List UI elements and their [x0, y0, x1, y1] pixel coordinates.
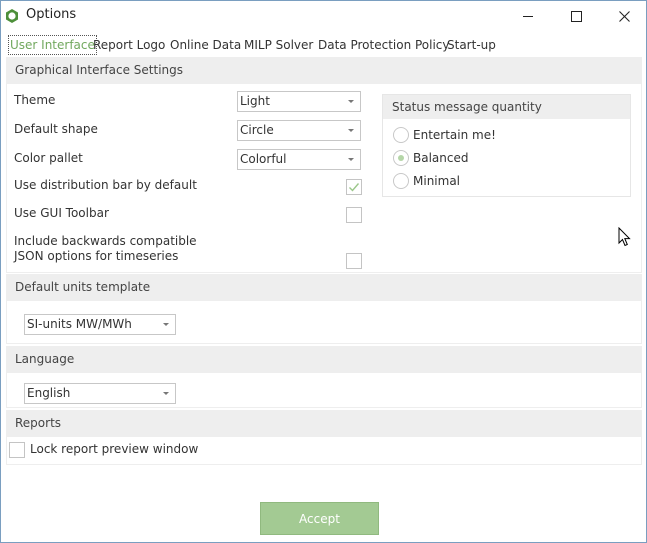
- chevron-down-icon: [348, 129, 354, 132]
- chevron-down-icon: [348, 158, 354, 161]
- color-pallet-label: Color pallet: [14, 151, 83, 165]
- tab-report-logo[interactable]: Report Logo: [93, 35, 165, 55]
- color-pallet-dropdown[interactable]: Colorful: [237, 149, 361, 170]
- lock-report-label: Lock report preview window: [30, 442, 199, 456]
- app-logo-icon: [4, 8, 20, 24]
- window-title: Options: [26, 7, 77, 22]
- gui-toolbar-label: Use GUI Toolbar: [14, 206, 109, 220]
- radio-balanced[interactable]: [393, 150, 409, 166]
- graphical-settings-header: Graphical Interface Settings: [6, 57, 642, 84]
- options-window: Options User Interface Report Logo Onlin…: [0, 0, 647, 543]
- color-pallet-value: Colorful: [240, 152, 287, 166]
- tab-start-up[interactable]: Start-up: [447, 35, 496, 55]
- chevron-down-icon: [163, 392, 169, 395]
- theme-label: Theme: [14, 93, 56, 107]
- title-bar: Options: [1, 1, 646, 31]
- json-options-label-line2: JSON options for timeseries: [14, 249, 179, 263]
- radio-entertain-me[interactable]: [393, 127, 409, 143]
- units-value: SI-units MW/MWh: [27, 317, 132, 331]
- theme-dropdown[interactable]: Light: [237, 91, 361, 112]
- radio-entertain-me-label: Entertain me!: [413, 128, 496, 142]
- shape-label: Default shape: [14, 122, 98, 136]
- radio-minimal-label: Minimal: [413, 174, 461, 188]
- units-header: Default units template: [6, 274, 642, 301]
- chevron-down-icon: [348, 100, 354, 103]
- tab-online-data[interactable]: Online Data: [170, 35, 241, 55]
- mouse-cursor-icon: [618, 226, 631, 250]
- tab-user-interface[interactable]: User Interface: [8, 35, 97, 55]
- tab-milp-solver[interactable]: MILP Solver: [244, 35, 313, 55]
- checkmark-icon: [349, 183, 360, 192]
- language-dropdown[interactable]: English: [24, 383, 176, 404]
- theme-value: Light: [240, 94, 270, 108]
- chevron-down-icon: [163, 323, 169, 326]
- language-value: English: [27, 386, 71, 400]
- status-message-group: Status message quantity Entertain me! Ba…: [382, 94, 631, 197]
- reports-header: Reports: [6, 410, 642, 437]
- maximize-button[interactable]: [553, 1, 599, 31]
- gui-toolbar-checkbox[interactable]: [346, 207, 362, 223]
- radio-minimal[interactable]: [393, 173, 409, 189]
- status-message-header: Status message quantity: [383, 95, 630, 119]
- shape-value: Circle: [240, 123, 274, 137]
- close-button[interactable]: [601, 1, 647, 31]
- accept-button[interactable]: Accept: [260, 502, 379, 535]
- json-options-label-line1: Include backwards compatible: [14, 234, 197, 248]
- shape-dropdown[interactable]: Circle: [237, 120, 361, 141]
- tab-data-protection-policy[interactable]: Data Protection Policy: [318, 35, 450, 55]
- lock-report-checkbox[interactable]: [9, 442, 25, 458]
- distribution-bar-label: Use distribution bar by default: [14, 178, 197, 192]
- json-options-checkbox[interactable]: [346, 253, 362, 269]
- minimize-button[interactable]: [505, 1, 551, 31]
- units-dropdown[interactable]: SI-units MW/MWh: [24, 314, 176, 335]
- radio-balanced-label: Balanced: [413, 151, 469, 165]
- language-header: Language: [6, 346, 642, 373]
- distribution-bar-checkbox[interactable]: [346, 179, 362, 195]
